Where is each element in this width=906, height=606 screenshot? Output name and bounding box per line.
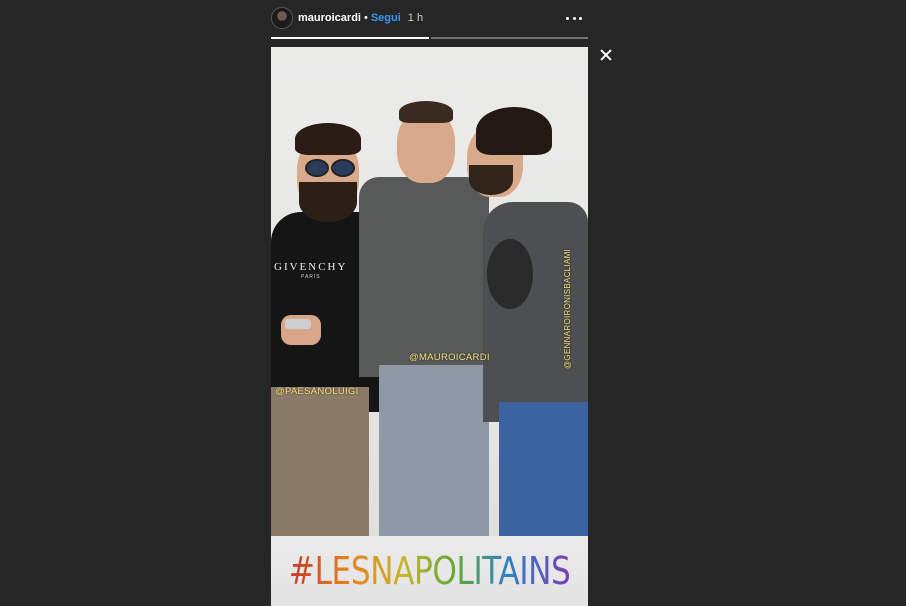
- story-header: mauroicardi • Segui 1 h: [271, 6, 588, 30]
- avatar[interactable]: [271, 7, 293, 29]
- story-progress-bar: [271, 37, 588, 39]
- user-tag-left[interactable]: @PAESANOLUIGI: [275, 386, 359, 397]
- shirt-brand-text: GIVENCHY: [274, 261, 348, 273]
- username-link[interactable]: mauroicardi: [298, 12, 361, 24]
- progress-segment: [430, 37, 588, 39]
- hashtag-sticker[interactable]: #LESNAPOLITAINS: [289, 549, 571, 593]
- more-options-icon[interactable]: [566, 10, 582, 26]
- user-tag-right[interactable]: @GENNAROIRONISBACLIAMI: [563, 249, 572, 369]
- hashtag-banner: #LESNAPOLITAINS: [271, 536, 588, 606]
- follow-button[interactable]: Segui: [371, 12, 401, 24]
- close-icon[interactable]: [598, 47, 614, 63]
- post-time: 1 h: [407, 12, 424, 24]
- story-media[interactable]: GIVENCHY PARIS @PAESANOLUIGI @MAUROICARD…: [271, 47, 588, 606]
- separator-dot: •: [363, 12, 368, 24]
- user-tag-center[interactable]: @MAUROICARDI: [409, 352, 490, 363]
- shirt-brand-sub: PARIS: [301, 274, 321, 280]
- progress-segment: [271, 37, 429, 39]
